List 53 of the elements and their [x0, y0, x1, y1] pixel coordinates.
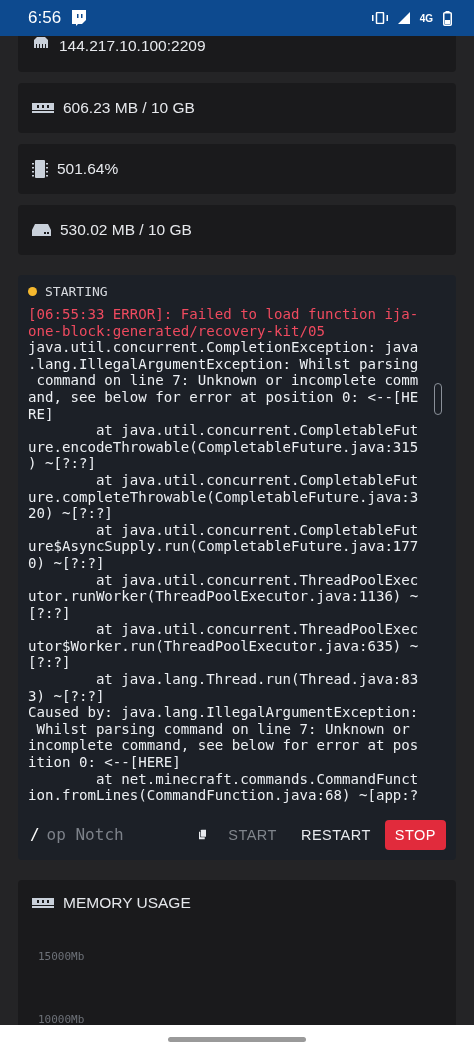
log-line: [?:?]: [28, 604, 71, 622]
log-line: 3) ~[?:?]: [28, 687, 105, 705]
error-line: one-block:generated/recovery-kit/05: [28, 322, 325, 340]
log-line: at java.lang.Thread.run(Thread.java:83: [94, 671, 419, 688]
stat-value: 144.217.10.100:2209: [59, 37, 206, 55]
log-line: utor.runWorker(ThreadPoolExecutor.java:1136) ~: [28, 588, 419, 605]
log-line: ure.completeThrowable(CompletableFuture.java:3: [28, 488, 419, 506]
log-line: ure.encodeThrowable(CompletableFuture.java:315: [28, 438, 419, 456]
log-line: at java.util.concurrent.CompletableFut: [94, 422, 419, 439]
stat-value: 530.02 MB / 10 GB: [60, 221, 192, 239]
log-line: ure$AsyncSupply.run(CompletableFuture.java:177: [28, 538, 419, 555]
ram-icon: [32, 896, 54, 909]
log-line: utor$Worker.run(ThreadPoolExecutor.java:635) ~: [28, 637, 419, 655]
log-line: command on line 7: Unknown or incomplete comm: [35, 372, 419, 389]
chip-icon: [32, 160, 48, 178]
log-line: and, see below for error at position 0: <--[HE: [28, 388, 419, 406]
prompt-symbol: /: [29, 825, 41, 845]
log-line: RE]: [28, 405, 54, 423]
ram-icon: [32, 102, 54, 114]
log-line: ion.fromLines(CommandFunction.java:68) ~[app:?: [28, 787, 419, 804]
clock: 6:56: [28, 8, 62, 28]
log-line: [?:?]: [28, 654, 71, 672]
axis-label: 10000Mb: [38, 1012, 86, 1026]
signal-icon: [397, 12, 410, 24]
stat-value: 606.23 MB / 10 GB: [63, 99, 195, 117]
chart-title: MEMORY USAGE: [63, 893, 191, 912]
error-line: [06:55:33 ERROR]: Failed to load function ija-: [28, 306, 419, 323]
stop-button[interactable]: STOP: [384, 819, 446, 850]
server-status: STARTING: [45, 284, 108, 299]
axis-label: 15000Mb: [38, 949, 86, 963]
log-line: at java.util.concurrent.ThreadPoolExec: [94, 571, 419, 589]
log-line: 20) ~[?:?]: [28, 505, 113, 522]
log-line: 0) ~[?:?]: [28, 554, 105, 572]
stat-value: 501.64%: [57, 160, 119, 178]
log-line: ) ~[?:?]: [28, 455, 96, 472]
log-line: .lang.IllegalArgumentException: Whilst parsing: [28, 355, 419, 373]
hard-drive-icon: [32, 224, 51, 236]
log-line: Caused by: java.lang.IllegalArgumentException:: [28, 704, 419, 721]
chat-icon: [71, 10, 87, 26]
home-handle[interactable]: [168, 1036, 306, 1042]
log-line: at java.util.concurrent.ThreadPoolExec: [94, 621, 419, 638]
command-input[interactable]: op Notch: [46, 825, 187, 845]
log-line: at net.minecraft.commands.CommandFunct: [94, 770, 419, 788]
vibrate-icon: [371, 12, 388, 24]
log-line: java.util.concurrent.CompletionException: java: [28, 339, 419, 356]
log-line: Whilst parsing command on line 7: Unknown or: [35, 720, 410, 738]
battery-icon: [443, 10, 452, 26]
log-line: at java.util.concurrent.CompletableFut: [94, 521, 419, 539]
log-line: at java.util.concurrent.CompletableFut: [94, 471, 419, 489]
restart-button[interactable]: RESTART: [290, 819, 381, 850]
network-type: 4G: [419, 12, 433, 24]
log-line: incomplete command, see below for error at pos: [28, 737, 419, 755]
log-line: ition 0: <--[HERE]: [28, 754, 181, 771]
